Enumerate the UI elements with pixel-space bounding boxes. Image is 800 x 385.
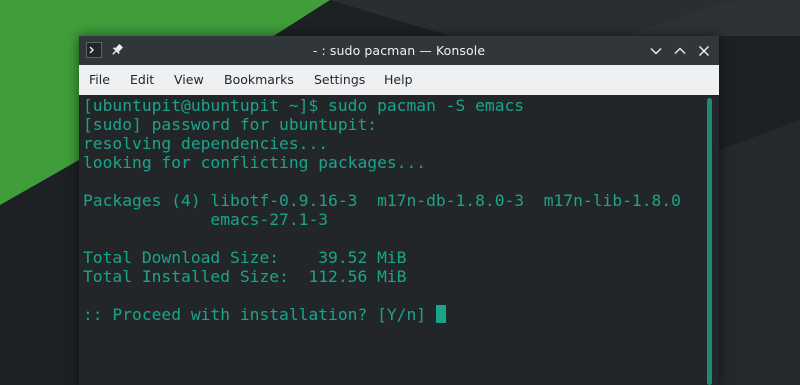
terminal-cursor: [435, 305, 446, 323]
title-bar[interactable]: - : sudo pacman — Konsole: [79, 36, 719, 65]
terminal-icon[interactable]: [86, 42, 102, 58]
terminal-line: resolving dependencies...: [83, 134, 329, 153]
terminal-line: [ubuntupit@ubuntupit ~]$ sudo pacman -S …: [83, 96, 525, 115]
terminal-line: emacs-27.1-3: [83, 210, 329, 229]
terminal-output[interactable]: [ubuntupit@ubuntupit ~]$ sudo pacman -S …: [79, 95, 719, 385]
chevron-down-icon: [650, 48, 662, 55]
menu-view[interactable]: View: [172, 65, 206, 95]
menu-settings[interactable]: Settings: [312, 65, 367, 95]
terminal-line: Packages (4) libotf-0.9.16-3 m17n-db-1.8…: [83, 191, 681, 210]
terminal-prompt-line: :: Proceed with installation? [Y/n]: [83, 305, 446, 324]
terminal-line: looking for conflicting packages...: [83, 153, 427, 172]
close-button[interactable]: [694, 41, 714, 61]
terminal-line: Total Download Size: 39.52 MiB: [83, 248, 407, 267]
minimize-button[interactable]: [646, 41, 666, 61]
menu-help[interactable]: Help: [382, 65, 415, 95]
menu-file[interactable]: File: [87, 65, 112, 95]
konsole-window: - : sudo pacman — Konsole File Edit View…: [79, 36, 719, 385]
window-title: - : sudo pacman — Konsole: [312, 43, 486, 58]
terminal-prompt-text: :: Proceed with installation? [Y/n]: [83, 305, 436, 324]
terminal-line: [sudo] password for ubuntupit:: [83, 115, 378, 134]
terminal-line: Total Installed Size: 112.56 MiB: [83, 267, 407, 286]
menu-edit[interactable]: Edit: [128, 65, 156, 95]
maximize-button[interactable]: [670, 41, 690, 61]
menu-bar: File Edit View Bookmarks Settings Help: [79, 65, 719, 95]
menu-bookmarks[interactable]: Bookmarks: [222, 65, 296, 95]
pin-icon[interactable]: [109, 42, 125, 58]
close-icon: [699, 46, 709, 56]
terminal-scrollbar[interactable]: [707, 98, 712, 385]
chevron-up-icon: [674, 47, 686, 54]
